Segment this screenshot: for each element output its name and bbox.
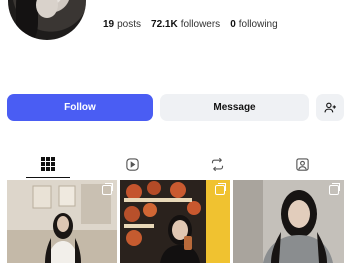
multi-photo-icon (215, 183, 226, 195)
profile-tabs (0, 150, 350, 178)
tab-posts[interactable] (6, 150, 90, 178)
post-image (233, 180, 344, 263)
post-thumbnail[interactable] (7, 180, 117, 263)
following-count: 0 (230, 19, 236, 30)
profile-avatar[interactable] (8, 0, 86, 40)
stat-posts[interactable]: 19 posts (103, 19, 141, 30)
stat-following[interactable]: 0 following (230, 19, 277, 30)
post-thumbnail[interactable] (233, 180, 344, 263)
post-thumbnail[interactable] (120, 180, 230, 263)
grid-icon (41, 157, 55, 171)
tab-reposts[interactable] (175, 150, 259, 178)
post-image (120, 180, 230, 263)
avatar-hair (16, 0, 38, 40)
posts-count: 19 (103, 19, 115, 30)
followers-label: followers (180, 19, 221, 30)
tagged-icon (295, 157, 309, 171)
multi-photo-icon (102, 183, 113, 195)
reposts-icon (211, 157, 223, 171)
stat-followers[interactable]: 72.1K followers (151, 19, 220, 30)
tab-tagged[interactable] (260, 150, 344, 178)
avatar-face (36, 0, 58, 18)
followers-count: 72.1K (151, 19, 178, 30)
tab-reels[interactable] (90, 150, 174, 178)
suggested-users-button[interactable] (316, 94, 344, 121)
add-user-icon (324, 102, 336, 113)
message-button[interactable]: Message (160, 94, 309, 121)
profile-stats: 19 posts 72.1K followers 0 following (103, 19, 278, 30)
posts-grid (7, 180, 344, 263)
post-image (7, 180, 117, 263)
reels-icon (125, 157, 139, 171)
posts-label: posts (117, 19, 142, 30)
following-label: following (238, 19, 278, 30)
follow-button[interactable]: Follow (7, 94, 153, 121)
multi-photo-icon (329, 183, 340, 195)
